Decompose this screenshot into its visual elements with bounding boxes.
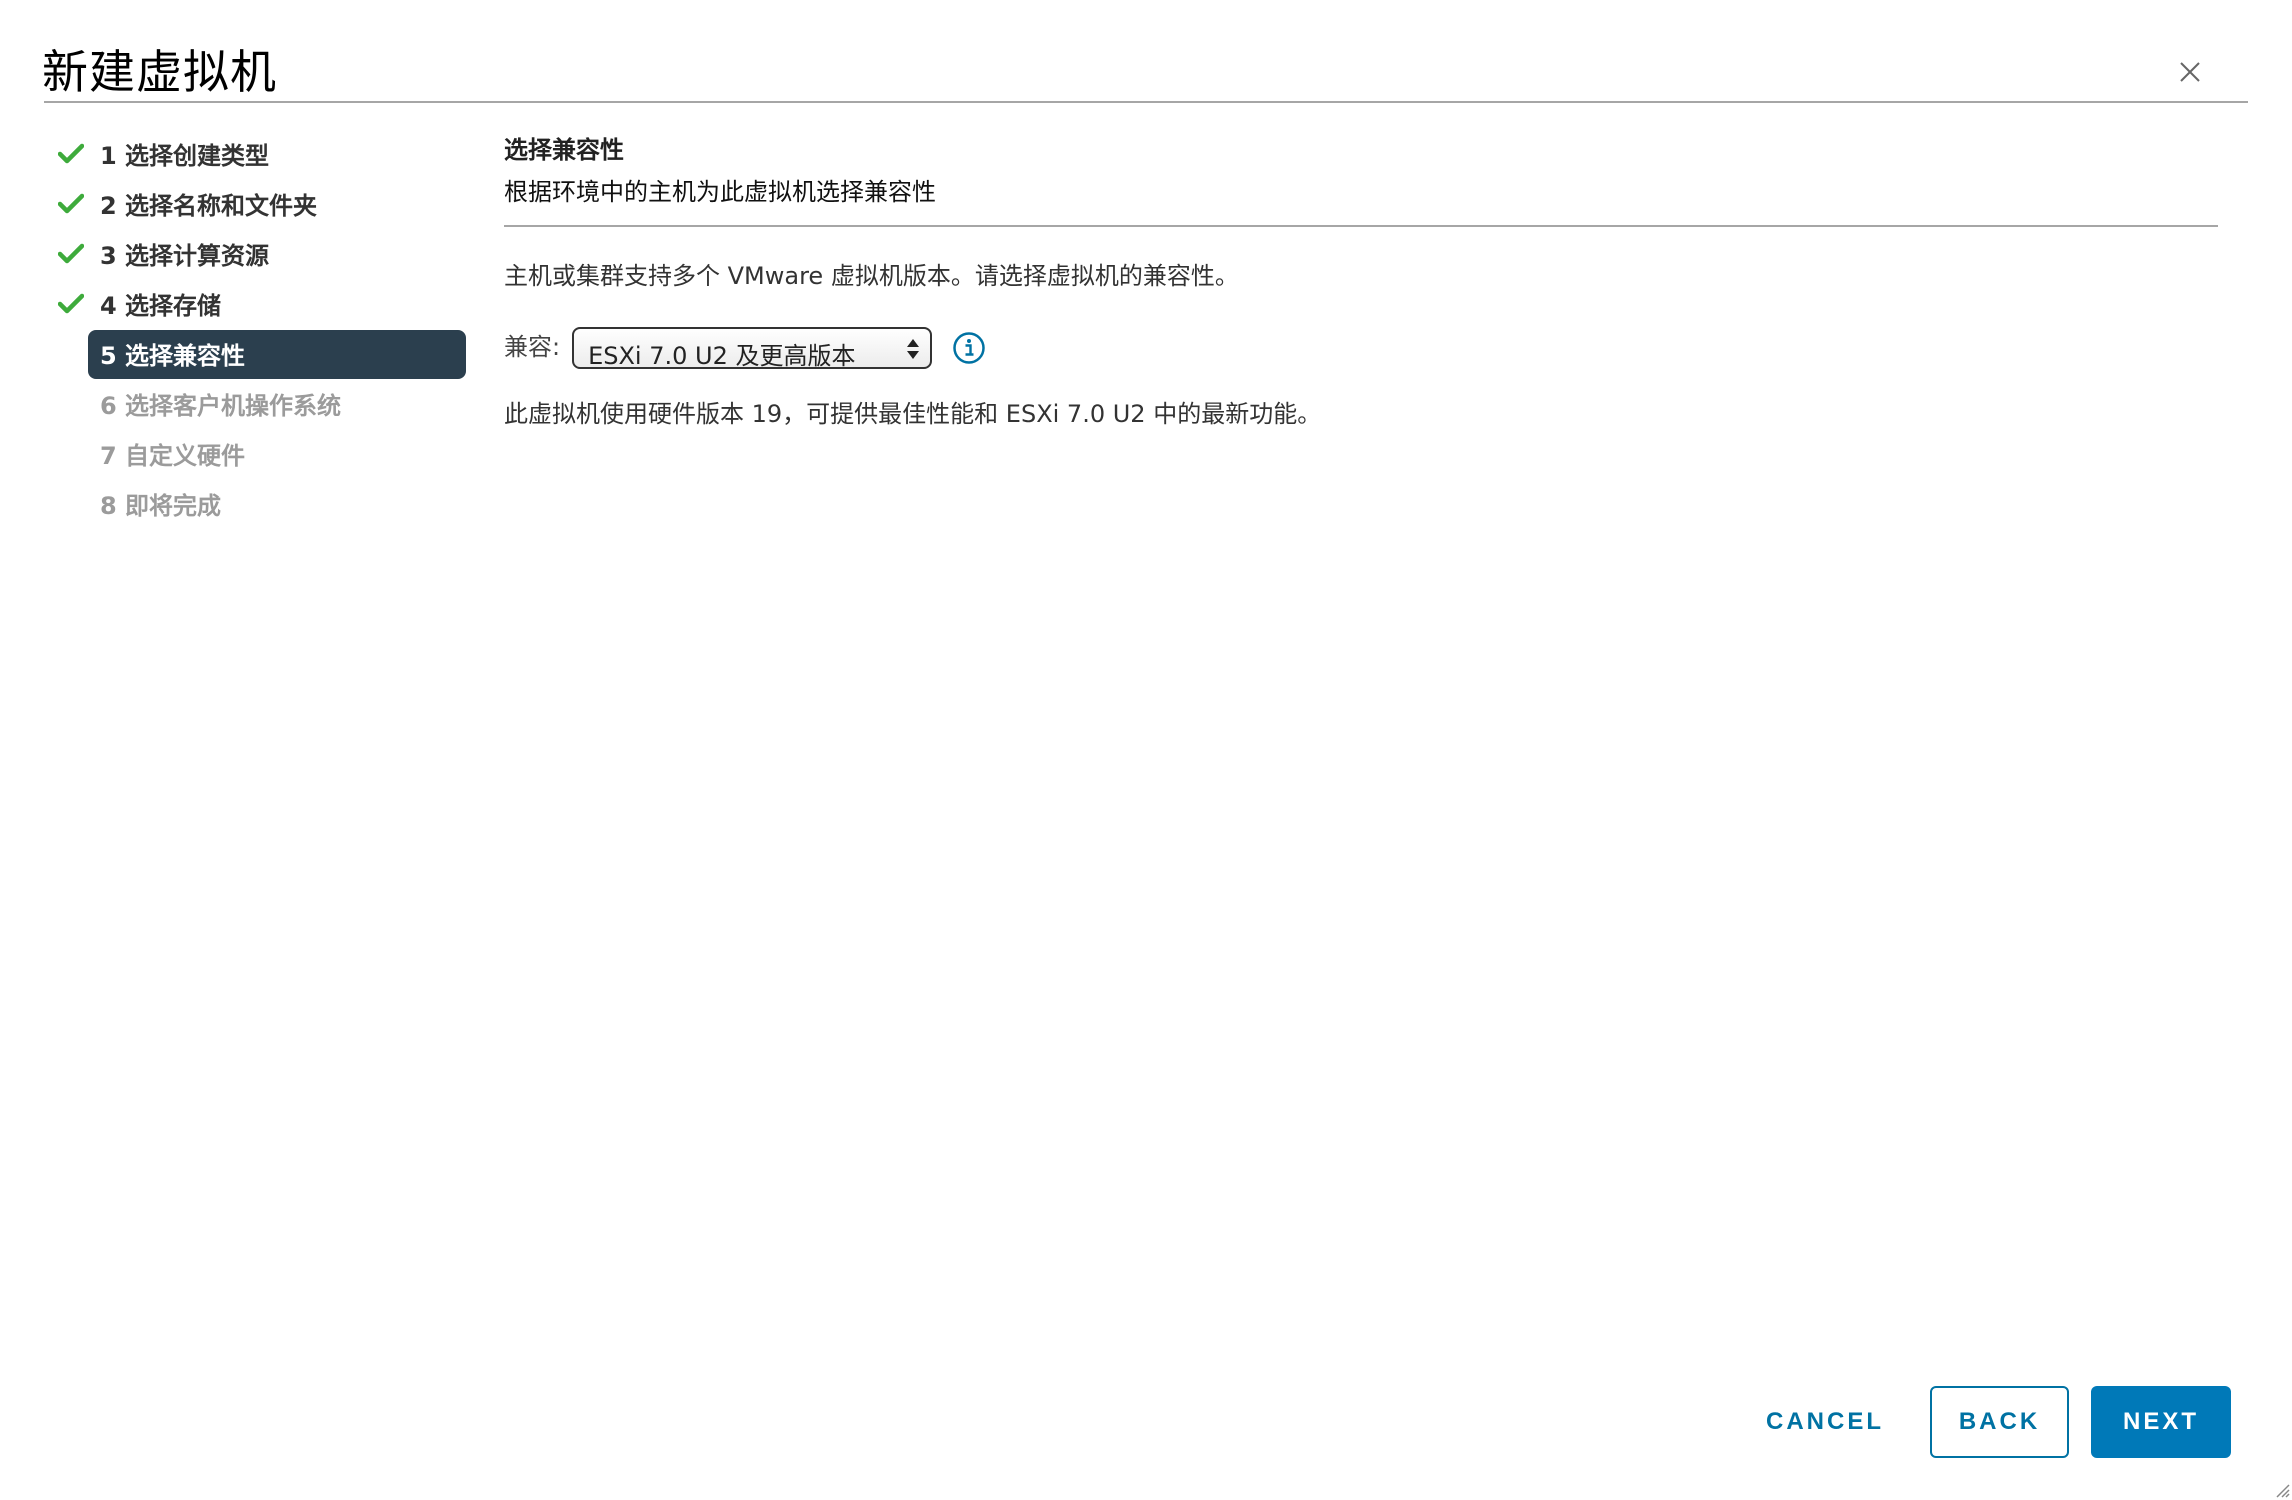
step-label: 2 选择名称和文件夹 bbox=[100, 191, 318, 220]
step-label: 7 自定义硬件 bbox=[100, 441, 246, 470]
wizard-step-3[interactable]: 3 选择计算资源 bbox=[56, 228, 476, 278]
compat-description: 主机或集群支持多个 VMware 虚拟机版本。请选择虚拟机的兼容性。 bbox=[504, 262, 1239, 290]
step-label: 5 选择兼容性 bbox=[100, 341, 246, 370]
step-label: 4 选择存储 bbox=[100, 291, 222, 320]
check-icon bbox=[58, 143, 84, 164]
step-content: 选择兼容性 根据环境中的主机为此虚拟机选择兼容性 主机或集群支持多个 VMwar… bbox=[504, 132, 2218, 428]
wizard-step-2[interactable]: 2 选择名称和文件夹 bbox=[56, 178, 476, 228]
close-icon bbox=[2180, 62, 2200, 82]
check-icon bbox=[58, 243, 84, 264]
compatibility-row: 兼容: ESXi 7.0 U2 及更高版本 bbox=[504, 325, 986, 371]
content-divider bbox=[504, 225, 2218, 227]
step-label: 6 选择客户机操作系统 bbox=[100, 391, 342, 420]
step-label: 1 选择创建类型 bbox=[100, 141, 270, 170]
wizard-step-1[interactable]: 1 选择创建类型 bbox=[56, 128, 476, 178]
compatibility-select[interactable]: ESXi 7.0 U2 及更高版本 bbox=[572, 327, 933, 370]
wizard-step-8: 8 即将完成 bbox=[56, 478, 476, 528]
info-icon[interactable] bbox=[952, 331, 986, 365]
step-label: 8 即将完成 bbox=[100, 491, 222, 520]
title-divider bbox=[44, 101, 2248, 103]
check-icon bbox=[58, 293, 84, 314]
next-button[interactable]: NEXT bbox=[2091, 1386, 2231, 1458]
check-icon bbox=[58, 193, 84, 214]
wizard-step-4[interactable]: 4 选择存储 bbox=[56, 278, 476, 328]
content-subtitle: 根据环境中的主机为此虚拟机选择兼容性 bbox=[504, 178, 936, 206]
close-button[interactable] bbox=[2174, 56, 2206, 88]
step-label: 3 选择计算资源 bbox=[100, 241, 270, 270]
wizard-step-6: 6 选择客户机操作系统 bbox=[56, 378, 476, 428]
cancel-button[interactable]: CANCEL bbox=[1750, 1386, 1900, 1458]
content-title: 选择兼容性 bbox=[504, 136, 624, 164]
back-button[interactable]: BACK bbox=[1930, 1386, 2069, 1458]
compatibility-selected-value: ESXi 7.0 U2 及更高版本 bbox=[588, 342, 856, 370]
wizard-step-7: 7 自定义硬件 bbox=[56, 428, 476, 478]
dialog-title: 新建虚拟机 bbox=[42, 45, 277, 99]
hardware-version-note: 此虚拟机使用硬件版本 19，可提供最佳性能和 ESXi 7.0 U2 中的最新功… bbox=[504, 400, 1322, 428]
wizard-steps: 1 选择创建类型 2 选择名称和文件夹 3 选择计算资源 4 选择存储 5 选择… bbox=[56, 128, 476, 528]
resize-grip-icon[interactable] bbox=[2274, 1482, 2290, 1498]
compatibility-label: 兼容: bbox=[504, 332, 561, 361]
select-arrows-icon bbox=[907, 339, 920, 359]
wizard-step-5[interactable]: 5 选择兼容性 bbox=[56, 328, 476, 379]
